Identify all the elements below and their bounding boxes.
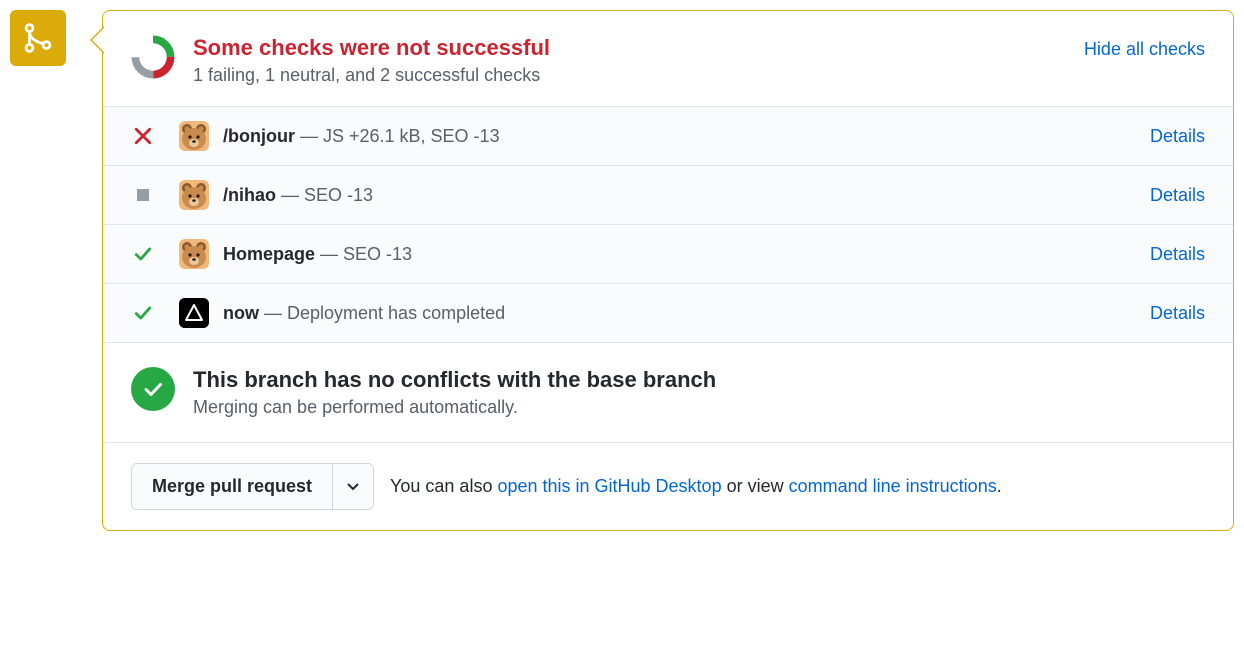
footer-text-mid: or view <box>722 476 789 496</box>
check-text: now — Deployment has completed <box>223 303 1150 324</box>
check-details-link[interactable]: Details <box>1150 126 1205 147</box>
conflicts-subtitle: Merging can be performed automatically. <box>193 397 716 418</box>
neutral-status-icon <box>131 189 155 201</box>
check-desc: — JS +26.1 kB, SEO -13 <box>295 126 500 146</box>
check-text: Homepage — SEO -13 <box>223 244 1150 265</box>
checks-status-title: Some checks were not successful <box>193 35 1084 61</box>
git-merge-icon <box>21 21 55 55</box>
merge-pull-request-button[interactable]: Merge pull request <box>132 464 332 509</box>
check-desc: — Deployment has completed <box>259 303 505 323</box>
status-donut-icon <box>131 35 175 79</box>
bear-avatar-icon <box>179 239 209 269</box>
checks-header: Some checks were not successful 1 failin… <box>103 11 1233 106</box>
conflicts-section: This branch has no conflicts with the ba… <box>103 343 1233 443</box>
check-desc: — SEO -13 <box>276 185 373 205</box>
check-name: now <box>223 303 259 323</box>
check-row: Homepage — SEO -13 Details <box>103 225 1233 284</box>
merge-status-panel: Some checks were not successful 1 failin… <box>102 10 1234 531</box>
check-row: now — Deployment has completed Details <box>103 284 1233 343</box>
checks-status-subtitle: 1 failing, 1 neutral, and 2 successful c… <box>193 65 1084 86</box>
merge-button-group: Merge pull request <box>131 463 374 510</box>
caret-down-icon <box>347 483 359 491</box>
check-name: /nihao <box>223 185 276 205</box>
check-text: /nihao — SEO -13 <box>223 185 1150 206</box>
merge-footer: Merge pull request You can also open thi… <box>103 443 1233 530</box>
footer-text-suffix: . <box>997 476 1002 496</box>
check-details-link[interactable]: Details <box>1150 185 1205 206</box>
check-desc: — SEO -13 <box>315 244 412 264</box>
merge-status-badge <box>10 10 66 66</box>
merge-alt-text: You can also open this in GitHub Desktop… <box>390 476 1002 497</box>
check-details-link[interactable]: Details <box>1150 303 1205 324</box>
open-github-desktop-link[interactable]: open this in GitHub Desktop <box>497 476 721 496</box>
hide-checks-link[interactable]: Hide all checks <box>1084 39 1205 60</box>
success-status-icon <box>131 304 155 322</box>
check-name: Homepage <box>223 244 315 264</box>
check-row: /bonjour — JS +26.1 kB, SEO -13 Details <box>103 107 1233 166</box>
footer-text-prefix: You can also <box>390 476 497 496</box>
conflicts-title: This branch has no conflicts with the ba… <box>193 367 716 393</box>
success-status-icon <box>131 245 155 263</box>
check-row: /nihao — SEO -13 Details <box>103 166 1233 225</box>
success-circle-icon <box>131 367 175 411</box>
check-details-link[interactable]: Details <box>1150 244 1205 265</box>
fail-status-icon <box>131 127 155 145</box>
merge-dropdown-button[interactable] <box>332 464 373 509</box>
check-text: /bonjour — JS +26.1 kB, SEO -13 <box>223 126 1150 147</box>
bear-avatar-icon <box>179 121 209 151</box>
check-name: /bonjour <box>223 126 295 146</box>
command-line-instructions-link[interactable]: command line instructions <box>789 476 997 496</box>
now-avatar-icon <box>179 298 209 328</box>
checks-list: /bonjour — JS +26.1 kB, SEO -13 Details … <box>103 106 1233 343</box>
bear-avatar-icon <box>179 180 209 210</box>
